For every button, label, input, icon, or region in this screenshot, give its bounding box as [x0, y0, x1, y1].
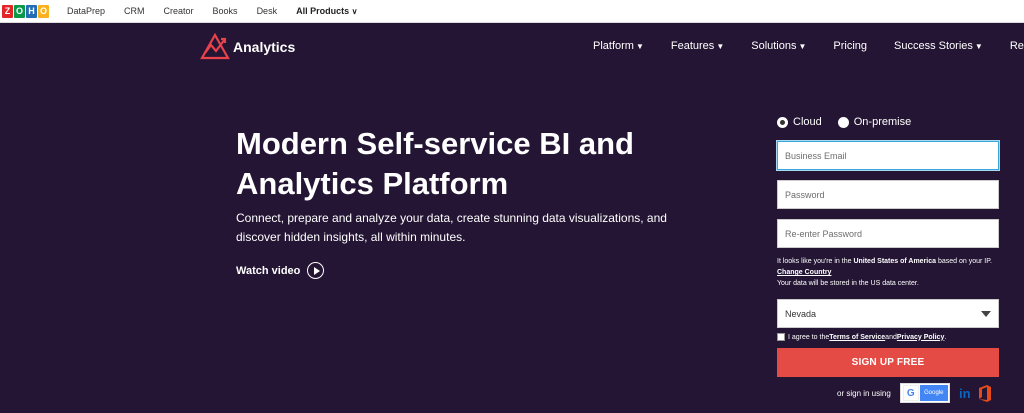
- nav-label: Success Stories: [894, 40, 973, 52]
- product-link-crm[interactable]: CRM: [124, 6, 145, 16]
- product-bar: Z O H O DataPrep CRM Creator Books Desk …: [0, 0, 1024, 23]
- linkedin-icon[interactable]: in: [956, 384, 974, 402]
- all-products-menu[interactable]: All Products ∨: [296, 6, 357, 16]
- product-link-dataprep[interactable]: DataPrep: [67, 6, 105, 16]
- chevron-down-icon: ▼: [974, 42, 983, 51]
- nav-pricing[interactable]: Pricing: [833, 40, 867, 52]
- agree-text: .: [944, 333, 947, 341]
- nav-label: Resourc: [1009, 40, 1024, 52]
- watch-video-label: Watch video: [236, 264, 301, 277]
- office-icon[interactable]: [978, 384, 992, 402]
- product-link-creator[interactable]: Creator: [164, 6, 194, 16]
- radio-cloud[interactable]: Cloud: [777, 116, 822, 128]
- chevron-down-icon: [981, 310, 991, 317]
- deployment-radio-group: Cloud On-premise: [777, 116, 927, 128]
- ip-note-country: United States of America: [853, 258, 937, 265]
- product-link-books[interactable]: Books: [213, 6, 238, 16]
- ip-note-text: based on your IP.: [936, 258, 992, 265]
- terms-agreement: I agree to the Terms of Service and Priv…: [777, 333, 946, 341]
- chevron-down-icon: ▼: [716, 42, 725, 51]
- social-signin: or sign in using G Google in: [837, 383, 992, 403]
- reenter-password-field[interactable]: [777, 219, 999, 248]
- or-sign-in-label: or sign in using: [837, 388, 891, 398]
- main-nav: Analytics Platform ▼ Features ▼ Solutions ▼…: [0, 23, 1024, 69]
- zoho-letter: O: [14, 4, 25, 18]
- agree-text: and: [885, 333, 897, 341]
- radio-label: On-premise: [853, 116, 912, 128]
- password-field[interactable]: [777, 180, 999, 209]
- radio-on-premise[interactable]: On-premise: [837, 116, 912, 128]
- analytics-logo-icon: [200, 33, 230, 60]
- zoho-letter: O: [38, 4, 49, 18]
- brand-name: Analytics: [233, 38, 296, 55]
- terms-checkbox[interactable]: [777, 333, 785, 341]
- google-signin-button[interactable]: G Google: [899, 383, 950, 403]
- zoho-letter: Z: [2, 4, 13, 18]
- nav-label: Platform: [593, 40, 634, 52]
- radio-selected-icon: [777, 116, 788, 128]
- play-icon: [307, 262, 325, 279]
- google-icon: G: [902, 385, 919, 401]
- zoho-letter: H: [26, 4, 37, 18]
- hero-title: Modern Self-service BI and Analytics Pla…: [236, 126, 634, 201]
- nav-solutions[interactable]: Solutions ▼: [751, 40, 806, 52]
- nav-label: Solutions: [751, 40, 797, 52]
- privacy-policy-link[interactable]: Privacy Policy: [897, 334, 944, 341]
- radio-unselected-icon: [837, 116, 849, 128]
- chevron-down-icon: ▼: [635, 42, 644, 51]
- radio-label: Cloud: [793, 116, 822, 128]
- nav-resources[interactable]: Resourc: [1010, 40, 1024, 52]
- nav-success-stories[interactable]: Success Stories ▼: [894, 40, 983, 52]
- sign-up-button[interactable]: SIGN UP FREE: [777, 348, 999, 377]
- brand-logo[interactable]: Analytics: [200, 33, 295, 60]
- nav-platform[interactable]: Platform ▼: [593, 40, 644, 52]
- hero-subtitle: Connect, prepare and analyze your data, …: [236, 211, 667, 244]
- state-select[interactable]: Nevada: [777, 299, 999, 328]
- product-link-desk[interactable]: Desk: [257, 6, 278, 16]
- change-country-link[interactable]: Change Country: [777, 269, 831, 276]
- chevron-down-icon: ∨: [351, 7, 358, 16]
- nav-label: Pricing: [833, 40, 868, 52]
- nav-features[interactable]: Features ▼: [671, 40, 724, 52]
- state-selected-value: Nevada: [785, 308, 817, 319]
- all-products-label: All Products: [296, 6, 350, 16]
- terms-of-service-link[interactable]: Terms of Service: [829, 334, 885, 341]
- data-center-text: Your data will be stored in the US data …: [777, 280, 919, 287]
- zoho-logo[interactable]: Z O H O: [2, 4, 49, 18]
- watch-video-link[interactable]: Watch video: [236, 262, 325, 279]
- ip-note-text: It looks like you're in the: [777, 258, 854, 265]
- business-email-field[interactable]: [777, 141, 999, 170]
- agree-text: I agree to the: [788, 333, 830, 341]
- google-label: Google: [919, 385, 948, 401]
- data-center-note: It looks like you're in the United State…: [777, 256, 999, 289]
- chevron-down-icon: ▼: [798, 42, 807, 51]
- nav-label: Features: [670, 40, 715, 52]
